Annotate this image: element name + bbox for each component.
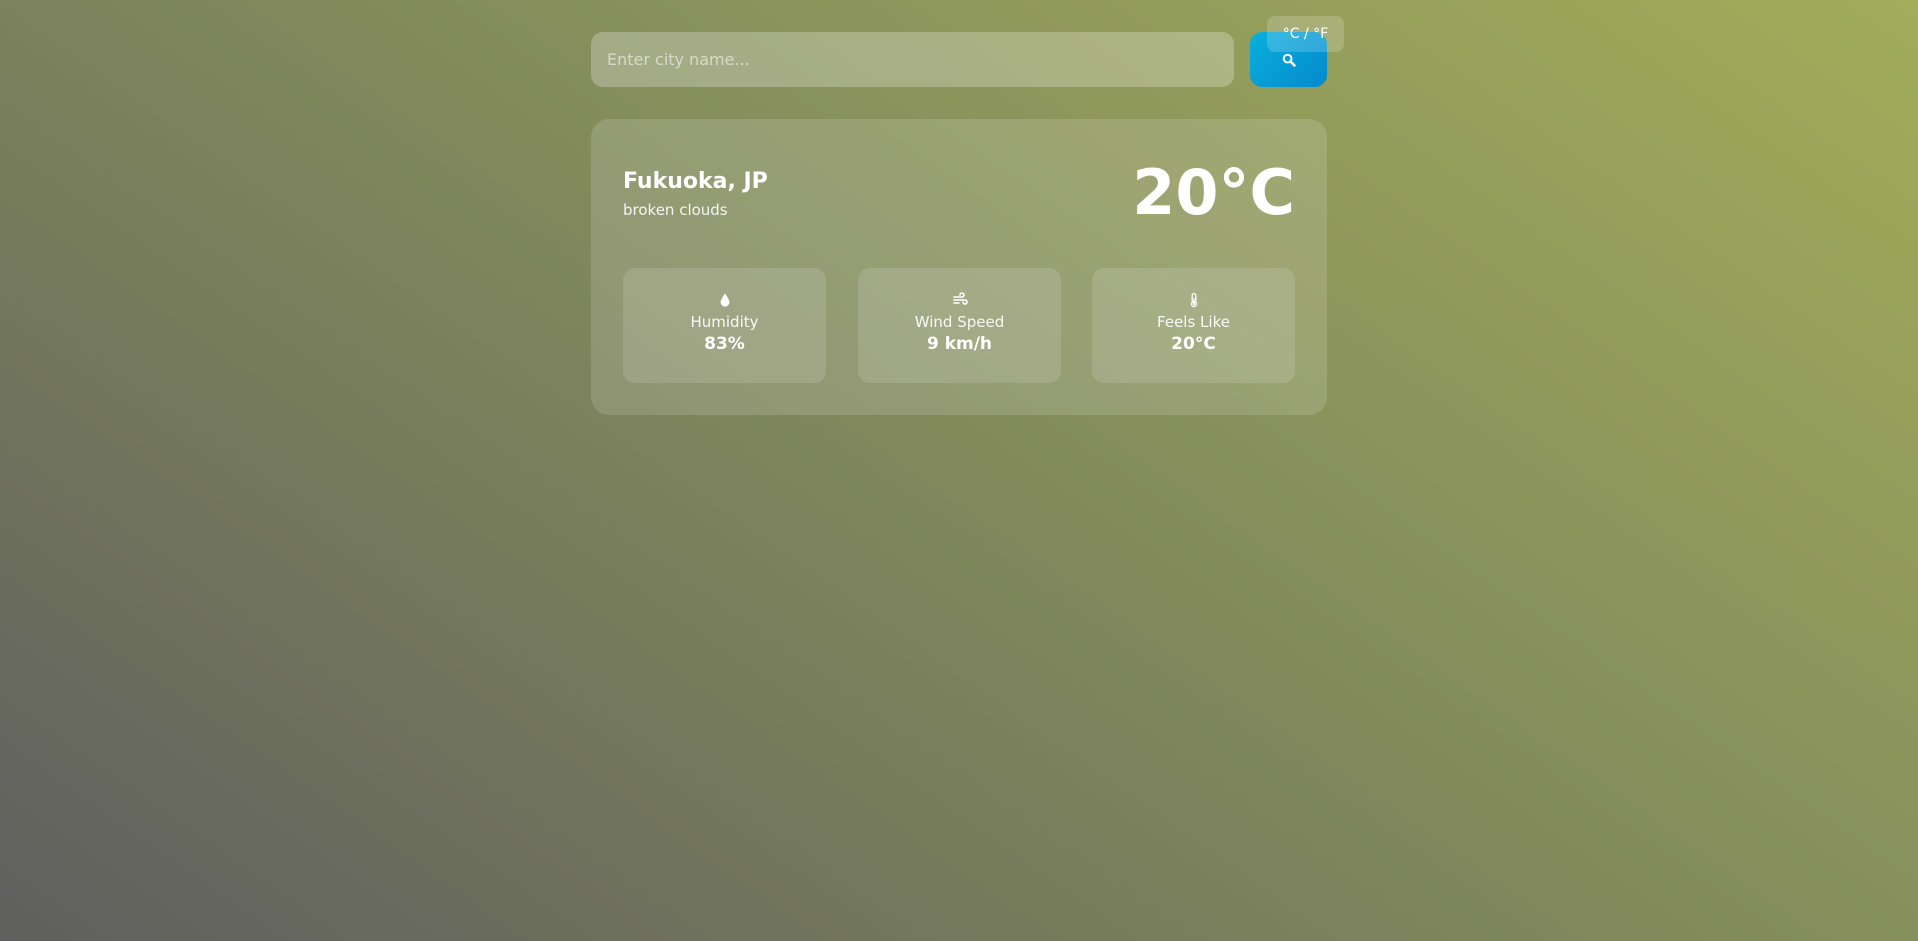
stat-wind-speed: Wind Speed 9 km/h (858, 268, 1061, 383)
stat-humidity: Humidity 83% (623, 268, 826, 383)
stat-label: Humidity (690, 313, 759, 331)
stat-value: 83% (704, 334, 745, 354)
search-row (591, 32, 1327, 87)
weather-stats: Humidity 83% Wind Speed 9 km/h Feels Lik… (623, 268, 1295, 383)
city-name: Fukuoka, JP (623, 169, 768, 194)
stat-value: 20°C (1171, 334, 1216, 354)
wind-icon (952, 292, 968, 305)
search-icon (1282, 53, 1296, 67)
city-search-input[interactable] (591, 32, 1234, 87)
thermometer-icon (1190, 292, 1197, 308)
stat-value: 9 km/h (926, 334, 993, 354)
weather-condition: broken clouds (623, 201, 728, 219)
water-drop-icon (720, 293, 729, 307)
unit-toggle-label: °C / °F (1282, 26, 1329, 42)
unit-toggle-button[interactable]: °C / °F (1267, 16, 1344, 52)
weather-card: Fukuoka, JP broken clouds 20°C Humidity … (591, 119, 1327, 415)
current-temperature: 20°C (1132, 156, 1295, 229)
stat-label: Feels Like (1157, 313, 1230, 331)
stat-label: Wind Speed (914, 313, 1005, 331)
stat-feels-like: Feels Like 20°C (1092, 268, 1295, 383)
